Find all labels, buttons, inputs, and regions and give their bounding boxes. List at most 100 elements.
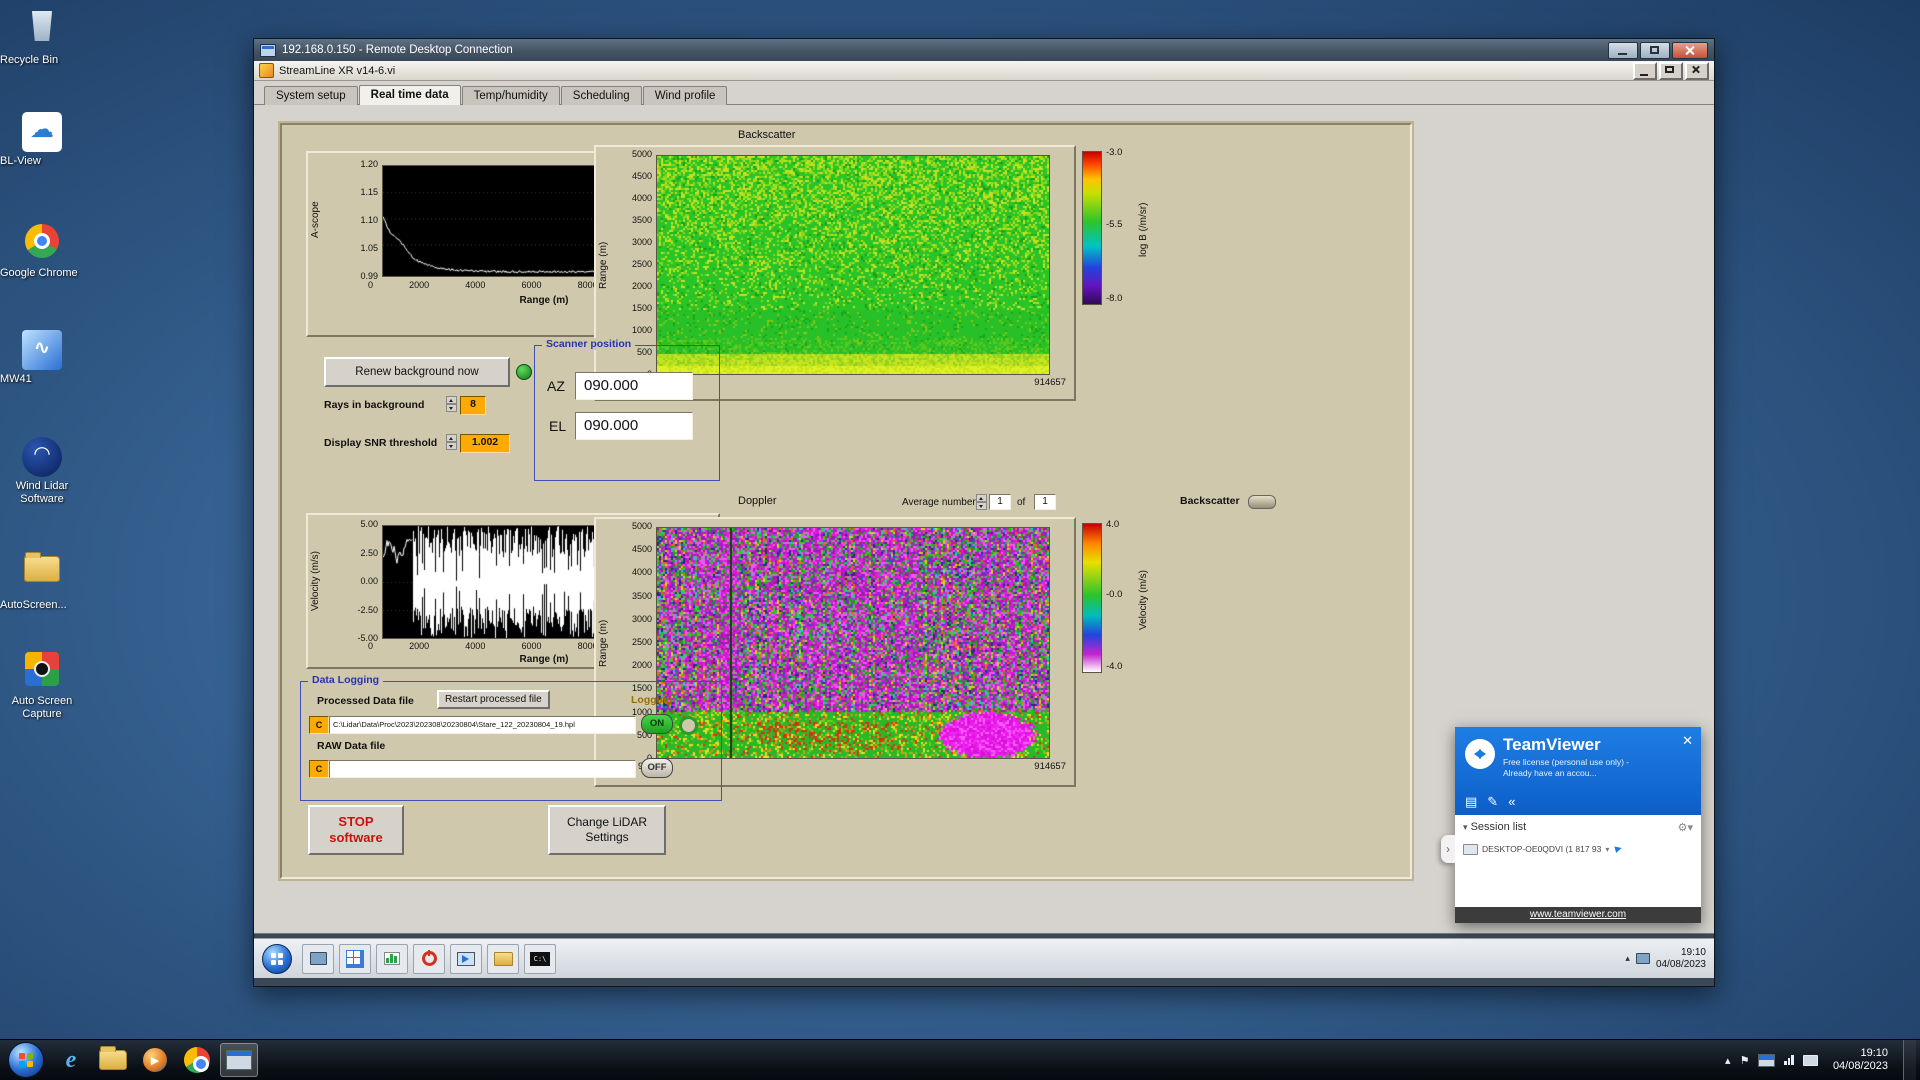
raw-path-field[interactable] (329, 760, 636, 778)
gear-icon[interactable]: ⚙▾ (1678, 821, 1693, 834)
grid-icon (346, 950, 364, 968)
rdp-window-title: 192.168.0.150 - Remote Desktop Connectio… (282, 44, 1606, 56)
app-icon (259, 63, 274, 78)
change-lidar-settings-button[interactable]: Change LiDAR Settings (548, 805, 666, 855)
tab-scheduling[interactable]: Scheduling (561, 86, 642, 105)
taskbar-item-explorer[interactable] (94, 1043, 132, 1077)
desktop-icon-recycle-bin[interactable]: Recycle Bin (0, 6, 84, 54)
session-list-label: Session list (1471, 821, 1527, 833)
teamviewer-footer-link[interactable]: www.teamviewer.com (1455, 907, 1701, 923)
taskbar-item-media-player[interactable]: ▶ (136, 1043, 174, 1077)
close-button[interactable] (1672, 42, 1708, 59)
stop-software-button[interactable]: STOP software (308, 805, 404, 855)
remote-taskbar-item-cmd[interactable]: C:\ (524, 944, 556, 974)
collapse-icon[interactable]: « (1508, 794, 1525, 809)
streamline-titlebar[interactable]: StreamLine XR v14-6.vi (254, 61, 1714, 81)
hidden-icons-arrow[interactable]: ▴ (1725, 1054, 1731, 1067)
doppler-x-last: 914657 (1034, 761, 1066, 772)
snr-stepper[interactable] (446, 434, 457, 451)
desktop-icon-google-chrome[interactable]: Google Chrome (0, 222, 84, 267)
clock[interactable]: 19:10 04/08/2023 (1833, 1047, 1888, 1073)
rays-stepper[interactable] (446, 396, 457, 413)
close-icon[interactable]: ✕ (1682, 733, 1693, 749)
rdp-titlebar[interactable]: 192.168.0.150 - Remote Desktop Connectio… (254, 39, 1714, 61)
velocity-ylabel: Velocity (m/s) (310, 525, 321, 637)
tick-label: 4000 (465, 641, 485, 651)
desktop-icon-bl-view[interactable]: ☁ BL-View (0, 112, 84, 155)
tick-label: 2.50 (360, 548, 378, 558)
teamviewer-panel: › TeamViewer Free license (personal use … (1455, 727, 1701, 923)
tick-label: 6000 (521, 280, 541, 290)
volume-icon[interactable] (1803, 1055, 1818, 1066)
desktop-icon-mw41[interactable]: ∿ MW41 (0, 330, 84, 373)
of-value-field[interactable]: 1 (1034, 494, 1056, 510)
tab-wind-profile[interactable]: Wind profile (643, 86, 728, 105)
raw-drive-box[interactable]: C (309, 760, 329, 778)
mw41-icon: ∿ (22, 330, 62, 370)
maximize-button[interactable] (1640, 42, 1670, 59)
remote-taskbar-item-screen-share[interactable] (450, 944, 482, 974)
average-stepper[interactable] (976, 494, 987, 509)
session-item[interactable]: DESKTOP-OE0QDVI (1 817 93 ▾ ► (1463, 841, 1695, 857)
teamviewer-body: ▾ Session list ⚙▾ DESKTOP-OE0QDVI (1 817… (1455, 815, 1701, 907)
desktop-icon-label: Recycle Bin (0, 54, 58, 67)
remote-taskbar-item-power-app[interactable] (413, 944, 445, 974)
renew-background-button[interactable]: Renew background now (324, 357, 510, 387)
processed-drive-box[interactable]: C (309, 716, 329, 734)
tick-label: 4000 (465, 280, 485, 290)
panel-expander[interactable]: › (1441, 835, 1455, 863)
desktop-icon-autoscreen[interactable]: AutoScreen... (0, 548, 84, 599)
taskbar: e ▶ ▴ ⚑ 19:10 04/08/2023 (0, 1039, 1920, 1080)
average-value-field[interactable]: 1 (989, 494, 1011, 510)
snr-value-field[interactable]: 1.002 (460, 434, 510, 453)
chevron-down-icon[interactable]: ▾ (1605, 845, 1609, 854)
close-button[interactable] (1685, 62, 1709, 80)
chevron-down-icon: ▾ (1463, 822, 1468, 832)
rays-value-field[interactable]: 8 (460, 396, 486, 415)
tab-temp-humidity[interactable]: Temp/humidity (462, 86, 560, 105)
taskbar-item-remote-desktop[interactable] (220, 1043, 258, 1077)
backscatter-plot (656, 155, 1050, 375)
az-value-field[interactable]: 090.000 (575, 372, 693, 400)
session-list-row[interactable]: ▾ Session list ⚙▾ (1463, 821, 1693, 837)
network-icon[interactable] (1784, 1055, 1794, 1065)
remote-clock[interactable]: 19:10 04/08/2023 (1656, 947, 1706, 971)
tab-real-time-data[interactable]: Real time data (359, 85, 461, 106)
taskbar-item-chrome[interactable] (178, 1043, 216, 1077)
remote-taskbar-item-window[interactable] (302, 944, 334, 974)
taskbar-item-internet-explorer[interactable]: e (52, 1043, 90, 1077)
remote-taskbar-item-explorer[interactable] (487, 944, 519, 974)
tab-system-setup[interactable]: System setup (264, 86, 358, 105)
action-center-flag-icon[interactable]: ⚑ (1740, 1054, 1750, 1067)
tray-display-icon[interactable] (1636, 953, 1650, 964)
tick-label: 0.00 (360, 576, 378, 586)
remote-date: 04/08/2023 (1656, 959, 1706, 971)
processed-logging-switch[interactable]: ON (641, 714, 673, 734)
desktop-icon-auto-screen-capture[interactable]: Auto Screen Capture (0, 650, 84, 695)
minimize-button[interactable] (1633, 62, 1657, 80)
remote-taskbar-item-remote-app[interactable] (339, 944, 371, 974)
connect-pointer-icon[interactable]: ► (1612, 842, 1626, 856)
raw-logging-switch[interactable]: OFF (641, 758, 673, 778)
remote-time: 19:10 (1656, 947, 1706, 959)
of-label: of (1017, 497, 1025, 508)
remote-taskbar-item-chart-app[interactable] (376, 944, 408, 974)
desktop-icon-wind-lidar[interactable]: ◠ Wind Lidar Software (0, 437, 84, 480)
processed-path-field[interactable]: C:\Lidar\Data\Proc\2023\202308\20230804\… (329, 716, 636, 734)
hidden-icons-arrow[interactable]: ▴ (1625, 953, 1630, 964)
maximize-button[interactable] (1659, 62, 1683, 80)
chart-icon (384, 952, 400, 965)
restart-processed-file-button[interactable]: Restart processed file (437, 690, 550, 709)
pencil-icon[interactable]: ✎ (1487, 794, 1508, 809)
start-button[interactable] (8, 1042, 44, 1078)
show-desktop-button[interactable] (1903, 1040, 1916, 1080)
doppler-title: Doppler (738, 495, 777, 507)
clipboard-icon[interactable]: ▤ (1465, 794, 1487, 809)
minimize-button[interactable] (1608, 42, 1638, 59)
el-value-field[interactable]: 090.000 (575, 412, 693, 440)
remote-start-button[interactable] (262, 944, 292, 974)
display-tray-icon[interactable] (1758, 1054, 1775, 1067)
backscatter-toggle[interactable] (1248, 495, 1276, 509)
folder-icon (99, 1050, 127, 1070)
recycle-bin-icon (22, 11, 62, 51)
